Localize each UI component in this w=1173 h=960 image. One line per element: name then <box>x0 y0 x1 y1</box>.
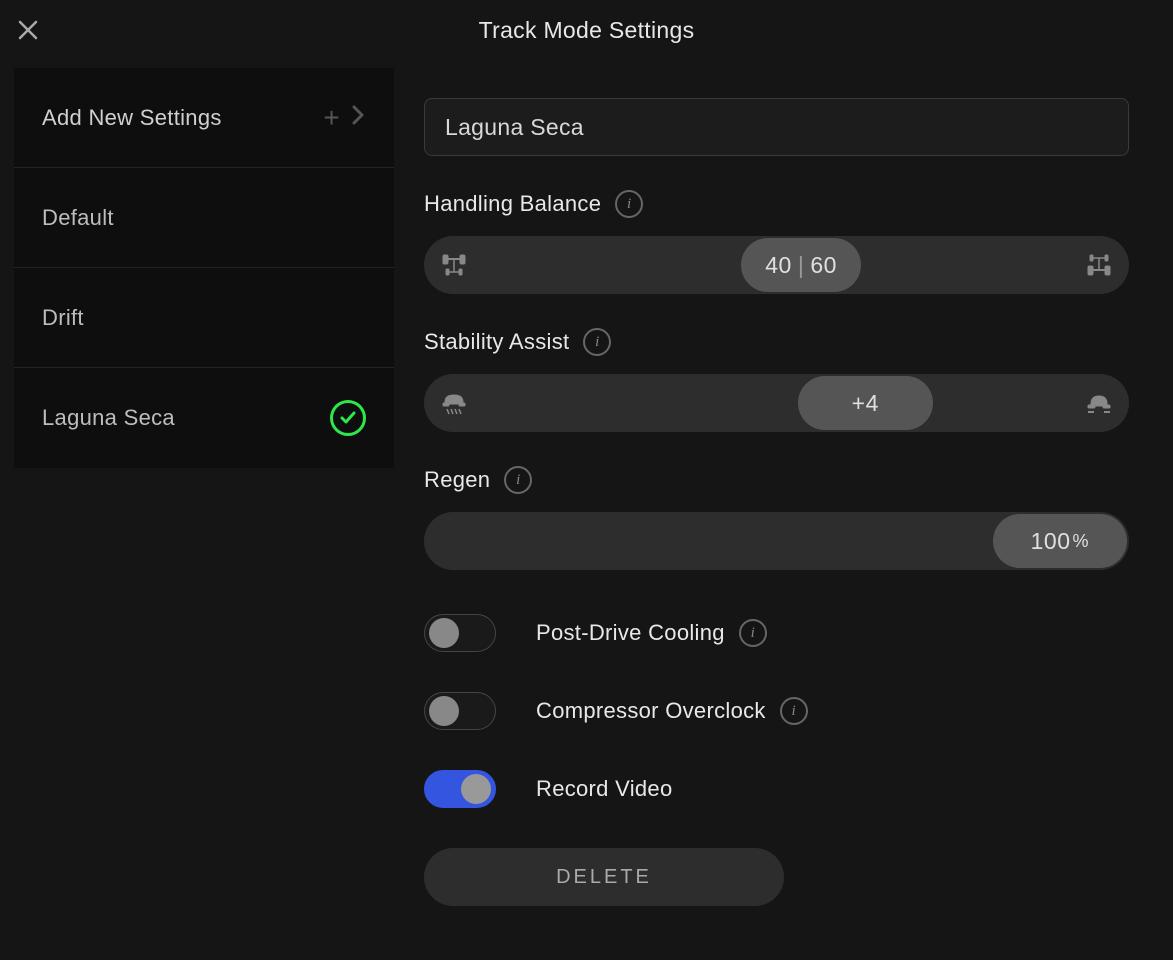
regen-label: Regen <box>424 467 490 493</box>
regen-slider[interactable]: 100% <box>424 512 1129 570</box>
handling-rear-value: 60 <box>810 252 837 279</box>
profile-name-input[interactable] <box>424 98 1129 156</box>
stability-min-icon <box>440 389 468 417</box>
post-drive-cooling-row: Post-Drive Cooling i <box>424 614 1129 652</box>
add-new-settings-item[interactable]: Add New Settings + <box>14 68 394 168</box>
stability-thumb[interactable]: +4 <box>798 376 933 430</box>
handling-balance-section: Handling Balance i 40 | 60 <box>424 190 1129 294</box>
record-video-label: Record Video <box>536 776 673 802</box>
stability-label: Stability Assist <box>424 329 569 355</box>
stability-max-icon <box>1085 389 1113 417</box>
record-video-row: Record Video <box>424 770 1129 808</box>
compressor-overclock-toggle[interactable] <box>424 692 496 730</box>
post-drive-cooling-label: Post-Drive Cooling <box>536 620 725 646</box>
record-video-toggle[interactable] <box>424 770 496 808</box>
header: Track Mode Settings <box>0 0 1173 60</box>
regen-section: Regen i 100% <box>424 466 1129 570</box>
info-icon[interactable]: i <box>504 466 532 494</box>
info-icon[interactable]: i <box>780 697 808 725</box>
stability-assist-section: Stability Assist i +4 <box>424 328 1129 432</box>
handling-label: Handling Balance <box>424 191 601 217</box>
info-icon[interactable]: i <box>615 190 643 218</box>
post-drive-cooling-toggle[interactable] <box>424 614 496 652</box>
profile-item-default[interactable]: Default <box>14 168 394 268</box>
chevron-right-icon <box>350 105 366 131</box>
compressor-overclock-label: Compressor Overclock <box>536 698 766 724</box>
active-check-icon <box>330 400 366 436</box>
handling-front-value: 40 <box>765 252 792 279</box>
profile-item-laguna-seca[interactable]: Laguna Seca <box>14 368 394 468</box>
profile-label: Laguna Seca <box>42 405 175 431</box>
close-icon <box>16 18 40 42</box>
info-icon[interactable]: i <box>739 619 767 647</box>
delete-label: DELETE <box>556 866 652 889</box>
profile-item-drift[interactable]: Drift <box>14 268 394 368</box>
handling-thumb[interactable]: 40 | 60 <box>741 238 861 292</box>
profile-sidebar: Add New Settings + Default Drift Laguna … <box>14 68 394 906</box>
plus-icon: + <box>323 104 340 132</box>
handling-balance-slider[interactable]: 40 | 60 <box>424 236 1129 294</box>
stability-assist-slider[interactable]: +4 <box>424 374 1129 432</box>
info-icon[interactable]: i <box>583 328 611 356</box>
profile-label: Default <box>42 205 114 231</box>
regen-value: 100 <box>1031 528 1071 555</box>
page-title: Track Mode Settings <box>479 17 695 44</box>
close-button[interactable] <box>16 18 40 42</box>
settings-form: Handling Balance i 40 | 60 Stability As <box>394 68 1159 906</box>
front-axle-icon <box>440 251 468 279</box>
profile-label: Drift <box>42 305 84 331</box>
rear-axle-icon <box>1085 251 1113 279</box>
compressor-overclock-row: Compressor Overclock i <box>424 692 1129 730</box>
add-label: Add New Settings <box>42 105 222 131</box>
divider: | <box>798 252 804 279</box>
stability-value: +4 <box>852 390 879 417</box>
delete-button[interactable]: DELETE <box>424 848 784 906</box>
regen-thumb[interactable]: 100% <box>993 514 1127 568</box>
regen-unit: % <box>1072 531 1089 552</box>
